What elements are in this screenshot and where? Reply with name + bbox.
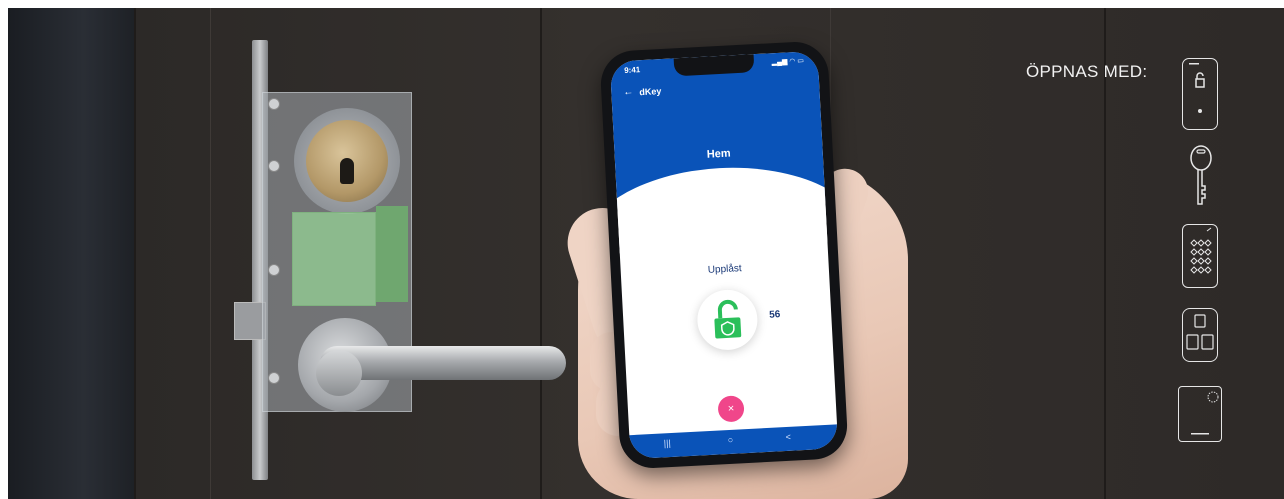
door-lever-neck <box>316 350 362 396</box>
top-border <box>0 0 1284 8</box>
smartphone: 9:41 ▂▄▆ ◠ ▭ ← dKey Hem Upplåst 56 × |||… <box>599 40 849 470</box>
card-reader-icon <box>1178 386 1222 442</box>
remote-icon <box>1186 314 1214 350</box>
android-nav-bar: ||| ○ < <box>629 424 839 460</box>
key-icon <box>1190 145 1212 205</box>
screw <box>268 160 280 172</box>
app-name: dKey <box>639 86 662 98</box>
door-seam <box>134 8 136 499</box>
battery-level-value: 56 <box>768 309 781 321</box>
screw <box>268 98 280 110</box>
unlocked-padlock-icon <box>714 299 742 339</box>
back-arrow-icon[interactable]: ← <box>623 87 634 99</box>
keypad-icon <box>1182 224 1218 288</box>
unlock-button[interactable] <box>695 288 759 352</box>
left-border <box>0 0 8 499</box>
nav-back-icon[interactable]: < <box>785 432 791 442</box>
circuit-board <box>292 212 376 306</box>
nav-home-icon[interactable]: ○ <box>727 435 733 445</box>
card-reader-icon <box>1191 391 1219 435</box>
app-screen: 9:41 ▂▄▆ ◠ ▭ ← dKey Hem Upplåst 56 × |||… <box>609 50 839 460</box>
lock-status-label: Upplåst <box>707 263 742 276</box>
signal-wifi-battery-icon: ▂▄▆ ◠ ▭ <box>771 57 805 67</box>
keyhole <box>340 158 354 184</box>
screw <box>268 264 280 276</box>
remote-icon <box>1182 308 1218 362</box>
phone-icon <box>1182 58 1218 130</box>
phone-icon <box>1189 63 1205 113</box>
close-button[interactable]: × <box>717 395 745 423</box>
keypad-icon <box>1190 227 1212 274</box>
wall <box>8 8 134 499</box>
key-icon <box>1186 144 1216 210</box>
circuit-module <box>376 206 408 302</box>
door-seam <box>210 8 211 499</box>
screw <box>268 372 280 384</box>
door-seam <box>540 8 542 499</box>
opens-with-label: ÖPPNAS MED: <box>1026 62 1148 81</box>
nav-recents-icon[interactable]: ||| <box>664 438 672 448</box>
status-time: 9:41 <box>623 65 641 75</box>
product-scene: 9:41 ▂▄▆ ◠ ▭ ← dKey Hem Upplåst 56 × |||… <box>0 0 1284 499</box>
